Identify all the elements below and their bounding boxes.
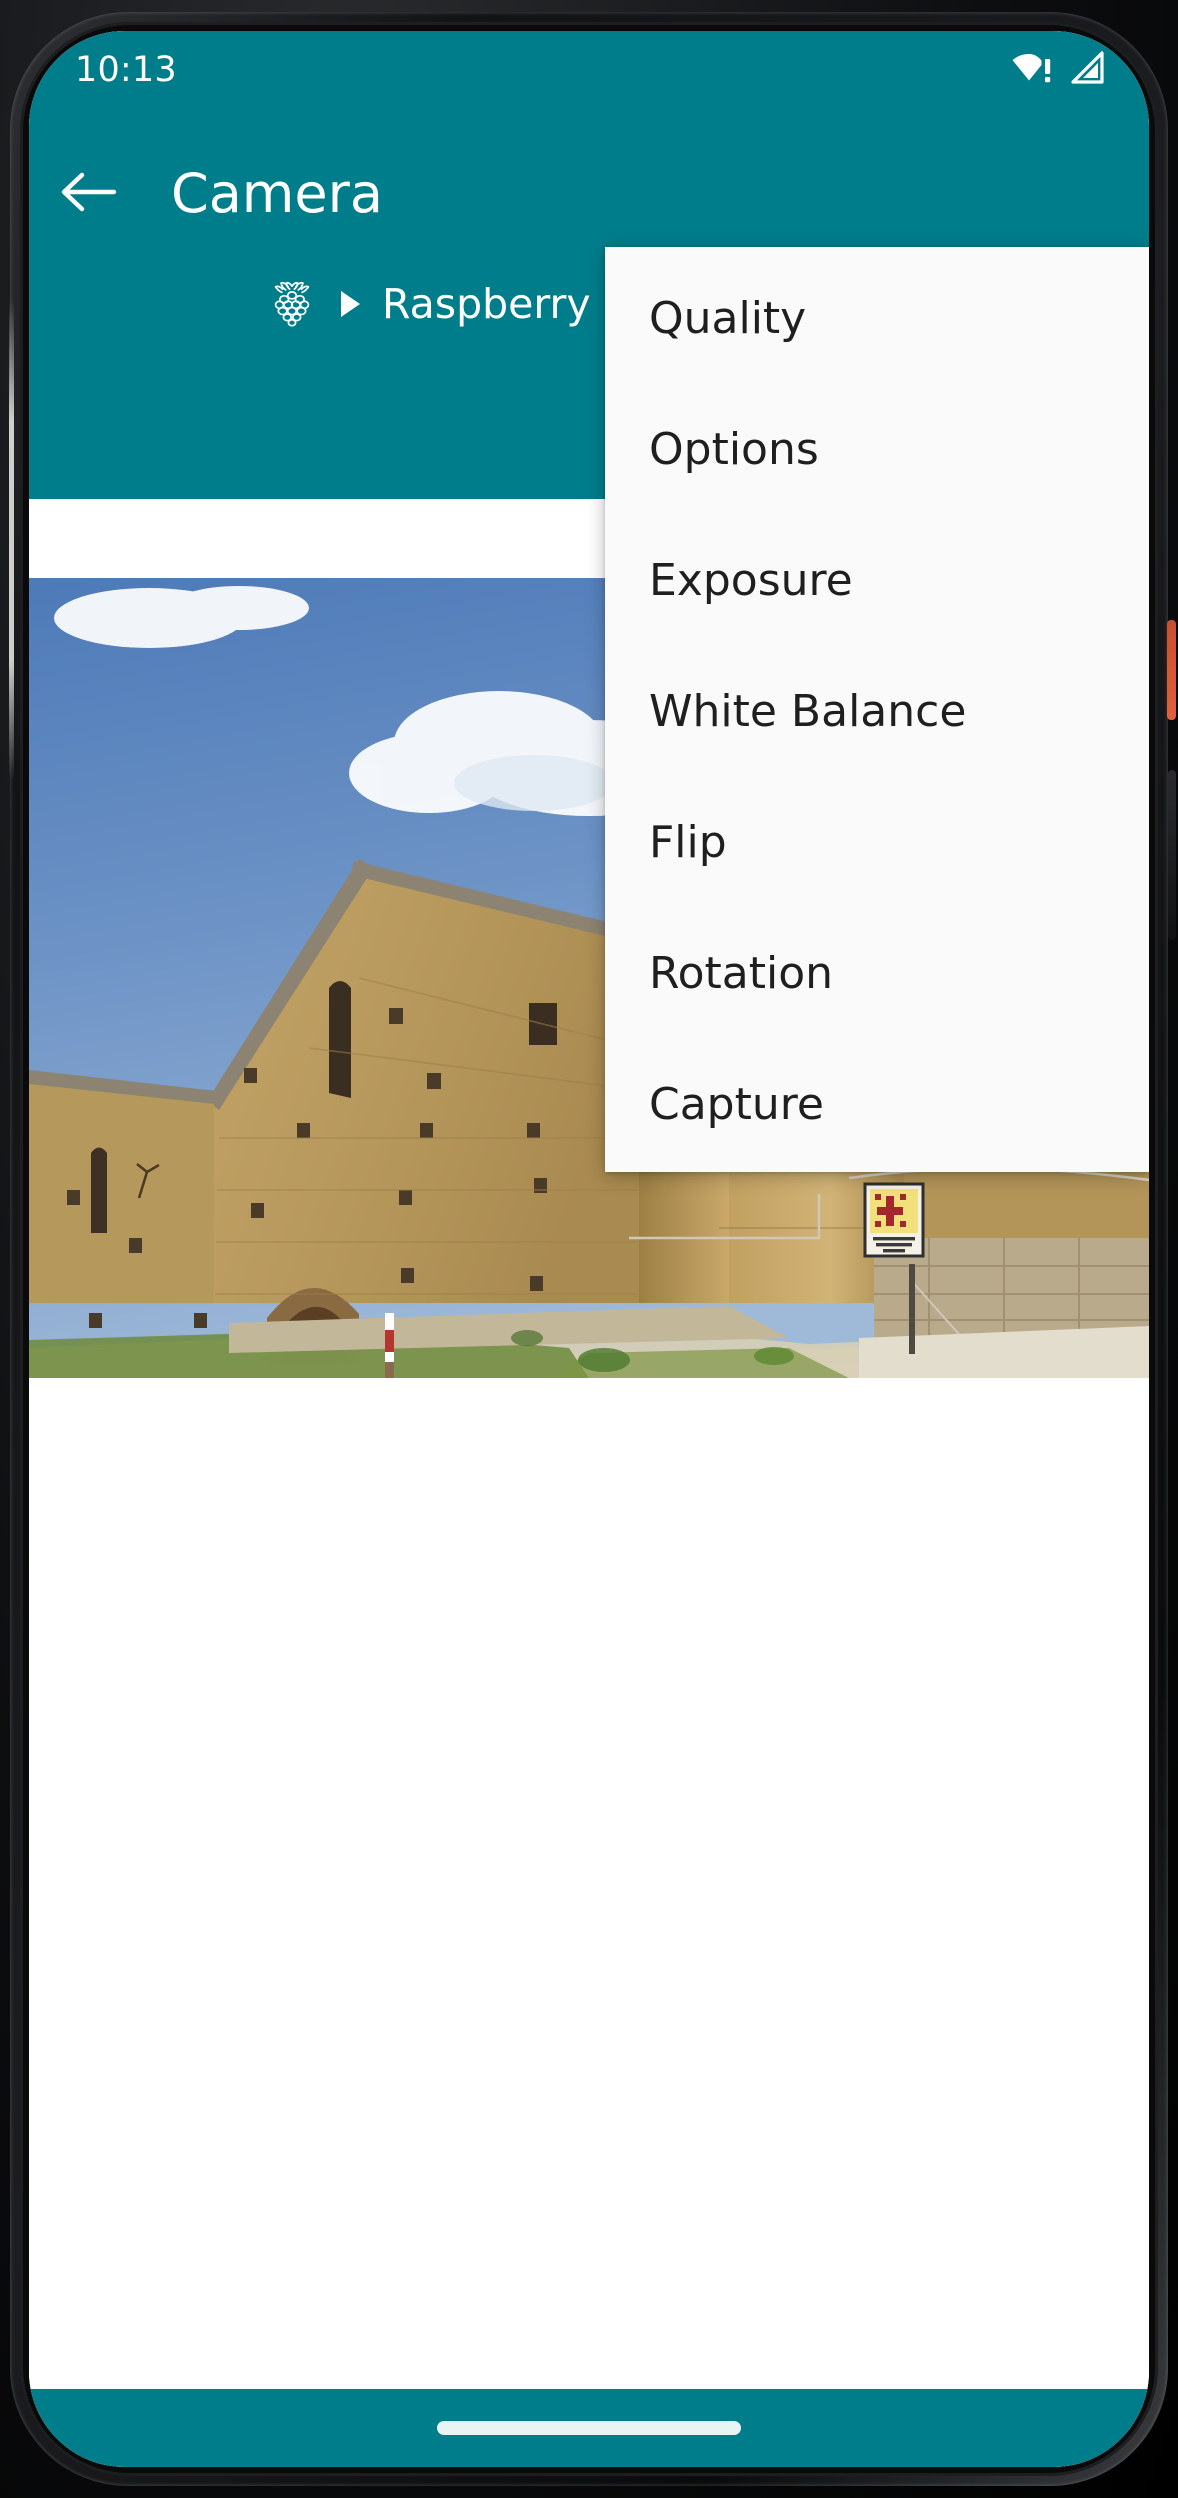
camera-app: 10:13 Camera Raspberry Pi Quality Option… [29,31,1149,2467]
page-title: Camera [171,162,383,225]
gesture-home-pill[interactable] [437,2421,741,2435]
back-arrow-icon [59,170,117,218]
status-bar: 10:13 [29,31,1149,109]
device-edge-highlight [9,300,14,780]
overflow-menu[interactable]: Quality Options Exposure White Balance F… [605,247,1149,1172]
system-navigation-bar [29,2389,1149,2467]
menu-item-capture[interactable]: Capture [605,1039,1149,1170]
menu-item-quality[interactable]: Quality [605,253,1149,384]
cellular-signal-icon [1069,51,1105,89]
volume-button[interactable] [1168,770,1176,940]
phone-screen: 10:13 Camera Raspberry Pi Quality Option… [29,31,1149,2467]
menu-item-rotation[interactable]: Rotation [605,908,1149,1039]
menu-item-white-balance[interactable]: White Balance [605,646,1149,777]
wifi-no-internet-icon [1012,51,1056,89]
app-bar-top-row: Camera [29,139,1149,249]
menu-item-flip[interactable]: Flip [605,777,1149,908]
menu-item-options[interactable]: Options [605,384,1149,515]
breadcrumb-label[interactable]: Raspberry Pi [382,283,639,325]
status-bar-icons [1012,51,1105,89]
status-bar-clock: 10:13 [75,49,177,90]
back-button[interactable] [29,139,147,249]
caret-right-icon [341,291,360,317]
menu-item-exposure[interactable]: Exposure [605,515,1149,646]
raspberry-pi-logo-icon[interactable] [267,279,317,329]
power-button[interactable] [1167,620,1176,720]
device-frame: 10:13 Camera Raspberry Pi Quality Option… [0,0,1178,2498]
